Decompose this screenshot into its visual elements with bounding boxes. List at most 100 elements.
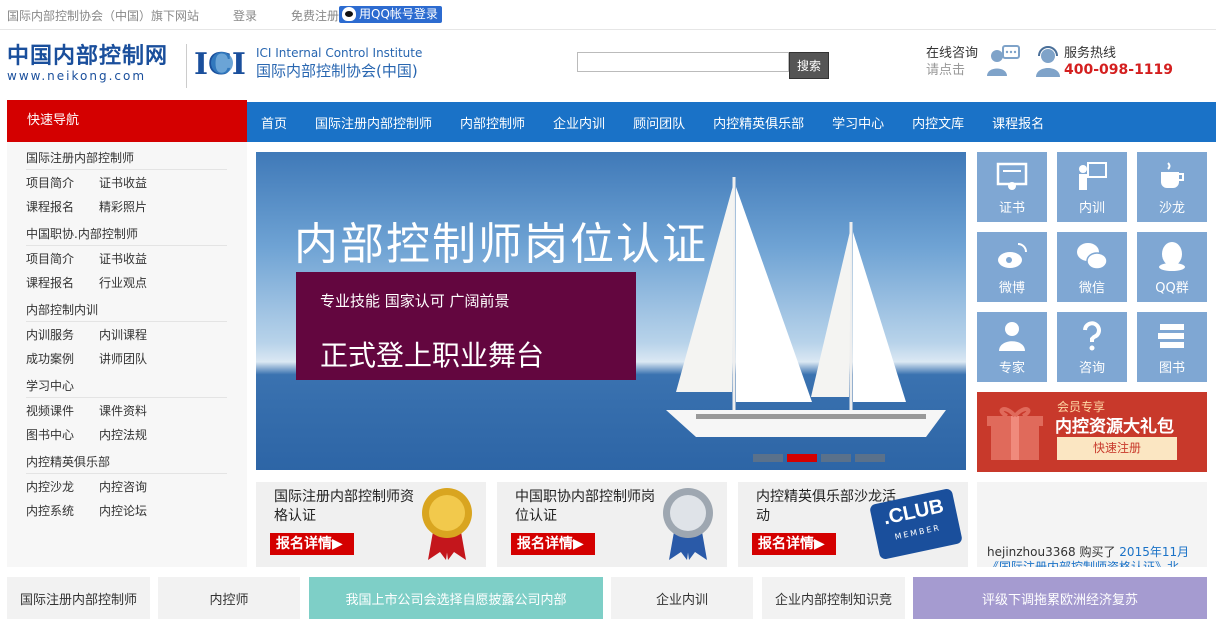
weibo-icon: [998, 243, 1027, 268]
tile-salon[interactable]: 沙龙: [1137, 152, 1207, 222]
sidebar-link[interactable]: 课程报名: [26, 270, 99, 294]
register-link[interactable]: 免费注册: [291, 7, 339, 24]
bottom-link-featured[interactable]: 评级下调拖累欧洲经济复苏: [913, 577, 1207, 619]
sidebar-link[interactable]: 项目简介: [26, 246, 99, 270]
sidebar-group-title[interactable]: 内控精英俱乐部: [26, 450, 227, 474]
sidebar-link[interactable]: 讲师团队: [99, 346, 172, 370]
expert-person-icon: [999, 322, 1025, 351]
hero-banner[interactable]: 内部控制师岗位认证 专业技能 国家认可 广阔前景 正式登上职业舞台: [256, 152, 966, 470]
sidebar-group-title[interactable]: 学习中心: [26, 374, 227, 398]
logo-divider: [186, 44, 187, 88]
sidebar-link[interactable]: 行业观点: [99, 270, 172, 294]
card-title: 中国职协内部控制师岗位认证: [515, 489, 655, 524]
nav-library[interactable]: 内控文库: [898, 113, 978, 132]
bottom-link-featured[interactable]: 我国上市公司会选择自愿披露公司内部: [309, 577, 603, 619]
logo-en: www.neikong.com: [7, 69, 147, 83]
gift-title: 内控资源大礼包: [1055, 417, 1174, 437]
bottom-link[interactable]: 企业内训: [611, 577, 753, 619]
sidebar-link[interactable]: 内控沙龙: [26, 474, 99, 498]
card-elite-club[interactable]: 内控精英俱乐部沙龙活动 报名详情▶ .CLUB MEMBER: [738, 482, 968, 567]
sidebar-group: 学习中心 视频课件 课件资料 图书中心 内控法规: [26, 370, 247, 446]
sidebar-group-title[interactable]: 内部控制内训: [26, 298, 227, 322]
signup-details-button[interactable]: 报名详情▶: [270, 533, 354, 555]
site-logo[interactable]: 中国内部控制网 www.neikong.com: [7, 44, 177, 83]
sidebar-link[interactable]: 内控系统: [26, 498, 99, 522]
books-icon: [1158, 324, 1184, 348]
tile-training[interactable]: 内训: [1057, 152, 1127, 222]
purchase-text: hejinzhou3368 购买了: [987, 545, 1120, 559]
nav-learning-center[interactable]: 学习中心: [818, 113, 898, 132]
sidebar-group-title[interactable]: 中国职协.内部控制师: [26, 222, 227, 246]
sidebar-link[interactable]: 精彩照片: [99, 194, 172, 218]
tile-label: 专家: [998, 361, 1025, 376]
tile-books[interactable]: 图书: [1137, 312, 1207, 382]
coffee-cup-icon: [1161, 162, 1184, 188]
sidebar-link[interactable]: 证书收益: [99, 170, 172, 194]
nav-enterprise-training[interactable]: 企业内训: [539, 113, 619, 132]
nav-consultant-team[interactable]: 顾问团队: [619, 113, 699, 132]
sidebar-group: 中国职协.内部控制师 项目简介 证书收益 课程报名 行业观点: [26, 218, 247, 294]
top-bar: 国际内部控制协会（中国）旗下网站 登录 免费注册 用QQ帐号登录: [0, 0, 1216, 30]
sidebar-link[interactable]: 项目简介: [26, 170, 99, 194]
quick-nav-sidebar: 国际注册内部控制师 项目简介 证书收益 课程报名 精彩照片 中国职协.内部控制师 项…: [7, 142, 247, 567]
tile-qq-group[interactable]: QQ群: [1137, 232, 1207, 302]
sidebar-link[interactable]: 成功案例: [26, 346, 99, 370]
qq-icon: [342, 7, 356, 21]
tile-expert[interactable]: 专家: [977, 312, 1047, 382]
hotline-icon: [1036, 46, 1060, 77]
banner-dot[interactable]: [753, 454, 783, 462]
tile-consult[interactable]: 咨询: [1057, 312, 1127, 382]
login-link[interactable]: 登录: [233, 7, 257, 24]
bottom-link[interactable]: 国际注册内部控制师: [7, 577, 150, 619]
nav-internal-controller[interactable]: 内部控制师: [446, 113, 539, 132]
hotline-label: 服务热线: [1064, 46, 1117, 61]
tile-wechat[interactable]: 微信: [1057, 232, 1127, 302]
consult-person-icon[interactable]: [985, 44, 1021, 78]
gift-box-icon: [987, 407, 1043, 460]
quick-nav-header: 快速导航: [7, 100, 247, 142]
silver-medal-icon: [663, 488, 713, 560]
banner-dot[interactable]: [855, 454, 885, 462]
sidebar-link[interactable]: 图书中心: [26, 422, 99, 446]
nav-international-controller[interactable]: 国际注册内部控制师: [301, 113, 446, 132]
signup-details-button[interactable]: 报名详情▶: [752, 533, 836, 555]
card-china-cert[interactable]: 中国职协内部控制师岗位认证 报名详情▶: [497, 482, 727, 567]
nav-course-signup[interactable]: 课程报名: [978, 113, 1058, 132]
sidebar-link[interactable]: 内控论坛: [99, 498, 172, 522]
sidebar-group-title[interactable]: 国际注册内部控制师: [26, 146, 227, 170]
qq-login-label: 用QQ帐号登录: [359, 7, 438, 21]
card-international-cert[interactable]: 国际注册内部控制师资格认证 报名详情▶: [256, 482, 486, 567]
online-consult[interactable]: 在线咨询 请点击: [926, 45, 978, 79]
purchase-item[interactable]: 《国际注册内部控制师资格认证》北: [987, 558, 1179, 567]
tile-label: 微信: [1078, 281, 1105, 296]
quick-register-button[interactable]: 快速注册: [1057, 437, 1177, 460]
bottom-link[interactable]: 企业内部控制知识竞: [762, 577, 905, 619]
sidebar-link[interactable]: 内控咨询: [99, 474, 172, 498]
site-info-link[interactable]: 国际内部控制协会（中国）旗下网站: [7, 7, 199, 24]
sidebar-link[interactable]: 视频课件: [26, 398, 99, 422]
sidebar-link[interactable]: 证书收益: [99, 246, 172, 270]
banner-dot[interactable]: [821, 454, 851, 462]
sidebar-link[interactable]: 内训服务: [26, 322, 99, 346]
wechat-icon: [1077, 243, 1108, 270]
nav-elite-club[interactable]: 内控精英俱乐部: [699, 113, 818, 132]
tile-certificate[interactable]: 证书: [977, 152, 1047, 222]
nav-home[interactable]: 首页: [247, 113, 301, 132]
signup-details-button[interactable]: 报名详情▶: [511, 533, 595, 555]
banner-tagline: 专业技能 国家认可 广阔前景: [320, 292, 510, 310]
bottom-link[interactable]: 内控师: [158, 577, 300, 619]
sidebar-group: 国际注册内部控制师 项目简介 证书收益 课程报名 精彩照片: [26, 142, 247, 218]
tile-weibo[interactable]: 微博: [977, 232, 1047, 302]
sidebar-link[interactable]: 课件资料: [99, 398, 172, 422]
qq-login-button[interactable]: 用QQ帐号登录: [339, 6, 442, 23]
consult-label: 在线咨询: [926, 46, 979, 61]
sidebar-link[interactable]: 内训课程: [99, 322, 172, 346]
tile-label: 图书: [1158, 361, 1185, 376]
search-input[interactable]: [577, 52, 789, 72]
tile-label: 沙龙: [1158, 201, 1185, 216]
member-gift-banner[interactable]: 会员专享 内控资源大礼包 快速注册: [977, 392, 1207, 472]
search-button[interactable]: 搜索: [789, 52, 829, 79]
sidebar-link[interactable]: 课程报名: [26, 194, 99, 218]
banner-dot-active[interactable]: [787, 454, 817, 462]
sidebar-link[interactable]: 内控法规: [99, 422, 172, 446]
